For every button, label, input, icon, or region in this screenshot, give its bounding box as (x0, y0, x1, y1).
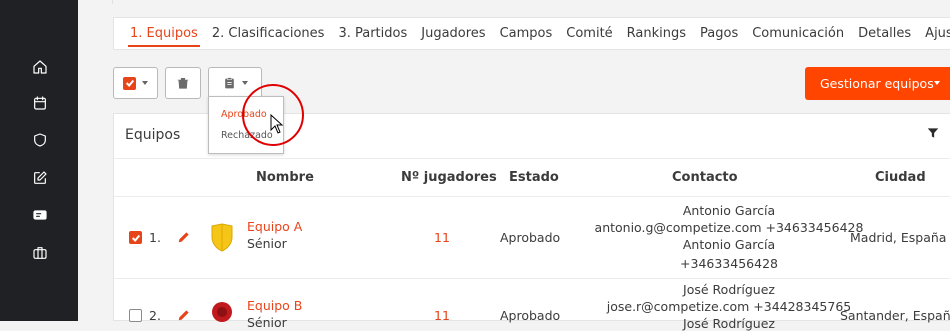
filter-icon[interactable] (926, 126, 940, 140)
team-name-link[interactable]: Equipo B (247, 298, 302, 313)
calendar-icon[interactable] (30, 93, 50, 113)
manage-teams-button[interactable]: Gestionar equipos (805, 67, 950, 100)
city-text: Madrid, España (850, 230, 947, 245)
pencil-icon[interactable] (177, 230, 191, 244)
team-badge-icon (212, 302, 232, 322)
header-city[interactable]: Ciudad (875, 170, 926, 185)
caret-down-icon (241, 81, 248, 85)
tab-bar: 1. Equipos 2. Clasificaciones 3. Partido… (113, 17, 950, 50)
tab-campos[interactable]: Campos (500, 26, 553, 41)
status-text: Aprobado (500, 230, 561, 245)
contact-phone: +34633456428 (680, 256, 778, 271)
tab-clasificaciones[interactable]: 2. Clasificaciones (212, 26, 325, 41)
delete-button[interactable] (165, 67, 201, 99)
trash-icon (177, 77, 189, 89)
players-count[interactable]: 11 (434, 230, 450, 245)
tab-comite[interactable]: Comité (566, 26, 612, 41)
pencil-icon[interactable] (177, 308, 191, 322)
select-all-button[interactable] (113, 67, 158, 99)
header-players[interactable]: Nº jugadores (401, 170, 497, 185)
main-area: 1. Equipos 2. Clasificaciones 3. Partido… (78, 0, 950, 331)
team-category: Sénior (247, 236, 287, 251)
card-title: Equipos (125, 127, 181, 143)
tab-partidos[interactable]: 3. Partidos (338, 26, 407, 41)
tab-ajustes[interactable]: Ajustes (925, 26, 950, 41)
tab-equipos[interactable]: 1. Equipos (128, 26, 200, 47)
row-index: 1. (149, 230, 161, 245)
contact-name: Antonio García (682, 203, 776, 218)
manage-teams-label: Gestionar equipos (820, 76, 934, 91)
divider (114, 278, 950, 279)
caret-down-icon (934, 81, 940, 85)
tab-pagos[interactable]: Pagos (700, 26, 738, 41)
tab-comunicacion[interactable]: Comunicación (752, 26, 844, 41)
team-category: Sénior (247, 315, 287, 330)
header-status[interactable]: Estado (509, 170, 559, 185)
shield-icon[interactable] (30, 130, 50, 150)
header-contact[interactable]: Contacto (672, 170, 738, 185)
checkbox-checked-icon (123, 76, 136, 90)
edit-icon[interactable] (30, 168, 50, 188)
tab-rankings[interactable]: Rankings (627, 26, 686, 41)
home-icon[interactable] (30, 57, 50, 77)
briefcase-icon[interactable] (30, 243, 50, 263)
ticket-icon[interactable] (30, 205, 50, 225)
clipboard-icon (224, 77, 234, 89)
team-name-link[interactable]: Equipo A (247, 219, 302, 234)
row-checkbox[interactable] (129, 231, 142, 244)
caret-down-icon (142, 81, 148, 85)
top-divider (112, 0, 950, 4)
contact-name: José Rodríguez (683, 282, 775, 297)
header-name[interactable]: Nombre (256, 170, 314, 185)
divider (114, 158, 950, 159)
team-badge-icon (211, 223, 233, 252)
row-checkbox[interactable] (129, 309, 142, 322)
mouse-cursor-icon (270, 114, 284, 134)
sidebar (0, 0, 78, 321)
contact-name: Antonio García (682, 237, 776, 252)
contact-email-phone: antonio.g@competize.com +34633456428 (594, 220, 864, 235)
tab-detalles[interactable]: Detalles (858, 26, 911, 41)
divider (114, 196, 950, 197)
tab-jugadores[interactable]: Jugadores (421, 26, 485, 41)
